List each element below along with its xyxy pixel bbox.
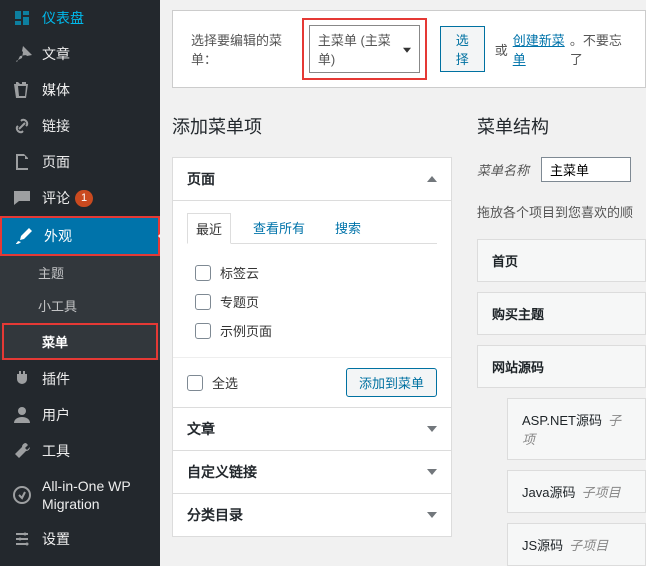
menu-item-block[interactable]: JS源码子项目	[507, 523, 646, 566]
panel-posts: 文章	[172, 407, 452, 451]
create-menu-link[interactable]: 创建新菜单	[513, 30, 570, 68]
sidebar-item-media[interactable]: 媒体	[0, 72, 160, 108]
select-all-row[interactable]: 全选	[187, 373, 238, 392]
submenu-themes[interactable]: 主题	[0, 256, 160, 289]
tab-view-all[interactable]: 查看所有	[245, 213, 313, 243]
settings-icon	[12, 529, 32, 549]
structure-hint: 拖放各个项目到您喜欢的顺	[477, 202, 646, 221]
migration-icon	[12, 485, 32, 505]
user-icon	[12, 405, 32, 425]
sidebar-item-migration[interactable]: All-in-One WP Migration	[0, 469, 160, 521]
sidebar-item-tools[interactable]: 工具	[0, 433, 160, 469]
sidebar-item-plugins[interactable]: 插件	[0, 361, 160, 397]
menu-name-label: 菜单名称	[477, 160, 529, 179]
select-button[interactable]: 选择	[440, 26, 485, 72]
pin-icon	[12, 44, 32, 64]
link-icon	[12, 116, 32, 136]
panel-categories: 分类目录	[172, 493, 452, 537]
active-arrow	[158, 228, 166, 244]
chevron-down-icon	[427, 469, 437, 475]
tools-icon	[12, 441, 32, 461]
tab-search[interactable]: 搜索	[327, 213, 369, 243]
sidebar-item-settings[interactable]: 设置	[0, 521, 160, 557]
page-item-1[interactable]: 专题页	[187, 287, 437, 316]
add-items-title: 添加菜单项	[172, 113, 452, 139]
media-icon	[12, 80, 32, 100]
chevron-up-icon	[427, 176, 437, 182]
page-item-2[interactable]: 示例页面	[187, 316, 437, 345]
submenu-menus[interactable]: 菜单	[4, 325, 156, 358]
main-content: 选择要编辑的菜单： 主菜单 (主菜单) 选择 或 创建新菜单 。不要忘了 添加菜…	[160, 0, 646, 566]
menu-item-block[interactable]: Java源码子项目	[507, 470, 646, 513]
menu-name-input[interactable]	[541, 157, 631, 182]
menu-item-block[interactable]: 购买主题	[477, 292, 646, 335]
menu-items-container: 首页 购买主题 网站源码 ASP.NET源码子项 Java源码子项目 JS源码子…	[477, 239, 646, 566]
sidebar-item-posts[interactable]: 文章	[0, 36, 160, 72]
sidebar-item-pages[interactable]: 页面	[0, 144, 160, 180]
structure-title: 菜单结构	[477, 113, 646, 139]
brush-icon	[14, 226, 34, 246]
dashboard-icon	[12, 8, 32, 28]
sidebar-item-comments[interactable]: 评论1	[0, 180, 160, 216]
panel-pages: 页面 最近 查看所有 搜索 标签云 专题页 示例页面 全选 添加到菜单	[172, 157, 452, 408]
sidebar-item-dashboard[interactable]: 仪表盘	[0, 0, 160, 36]
select-label: 选择要编辑的菜单：	[191, 30, 294, 68]
menu-item-block[interactable]: 首页	[477, 239, 646, 282]
menu-item-block[interactable]: ASP.NET源码子项	[507, 398, 646, 460]
checkbox[interactable]	[187, 375, 203, 391]
checkbox[interactable]	[195, 265, 211, 281]
comment-badge: 1	[75, 190, 93, 207]
comment-icon	[12, 188, 32, 208]
panel-custom-links: 自定义链接	[172, 450, 452, 494]
admin-sidebar: 仪表盘 文章 媒体 链接 页面 评论1 外观 主题 小工具 菜单 插件 用户 工…	[0, 0, 160, 566]
page-item-0[interactable]: 标签云	[187, 258, 437, 287]
appearance-submenu: 主题 小工具 菜单	[0, 256, 160, 360]
add-to-menu-button[interactable]: 添加到菜单	[346, 368, 437, 397]
submenu-widgets[interactable]: 小工具	[0, 289, 160, 322]
page-icon	[12, 152, 32, 172]
panel-pages-header[interactable]: 页面	[173, 158, 451, 201]
sidebar-item-users[interactable]: 用户	[0, 397, 160, 433]
checkbox[interactable]	[195, 294, 211, 310]
menu-item-block[interactable]: 网站源码	[477, 345, 646, 388]
sidebar-item-links[interactable]: 链接	[0, 108, 160, 144]
pages-tabs: 最近 查看所有 搜索	[187, 213, 437, 244]
tab-recent[interactable]: 最近	[187, 213, 231, 244]
menu-selector-bar: 选择要编辑的菜单： 主菜单 (主菜单) 选择 或 创建新菜单 。不要忘了	[172, 10, 646, 88]
checkbox[interactable]	[195, 323, 211, 339]
chevron-down-icon	[427, 512, 437, 518]
menu-select-dropdown[interactable]: 主菜单 (主菜单)	[309, 25, 420, 73]
sidebar-item-appearance[interactable]: 外观	[2, 218, 158, 254]
plugin-icon	[12, 369, 32, 389]
chevron-down-icon	[427, 426, 437, 432]
